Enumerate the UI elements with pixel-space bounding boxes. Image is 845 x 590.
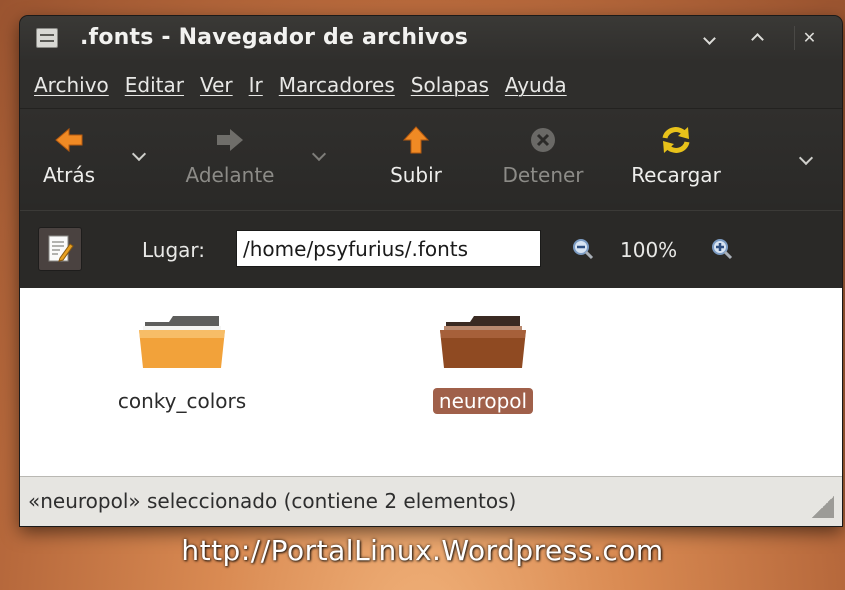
menu-archivo[interactable]: Archivo [32,71,111,99]
location-label: Lugar: [142,238,206,262]
folder-icon [440,316,526,368]
close-icon: ✕ [802,28,817,47]
menu-editar[interactable]: Editar [123,71,186,99]
toolbar-overflow-icon[interactable] [800,153,812,165]
zoom-out-icon [573,239,594,260]
menu-ir[interactable]: Ir [247,71,265,99]
window-title: .fonts - Navegador de archivos [80,25,469,50]
reload-label: Recargar [631,163,721,187]
status-text: «neuropol» seleccionado (contiene 2 elem… [28,489,517,513]
zoom-out-button[interactable] [571,237,595,265]
file-name: conky_colors [117,389,247,413]
zoom-in-icon [712,239,733,260]
arrow-right-icon [217,129,243,151]
file-manager-window: .fonts - Navegador de archivos ✕ Archivo… [20,16,842,526]
chevron-up-icon [750,33,764,46]
up-button[interactable]: Subir [374,123,458,187]
resize-grip-icon[interactable] [812,496,834,518]
title-bar[interactable]: .fonts - Navegador de archivos ✕ [20,16,842,62]
back-label: Atrás [42,163,96,187]
forward-history-dropdown[interactable] [313,149,325,161]
file-item-selected[interactable]: neuropol [413,312,553,414]
location-input[interactable] [236,230,541,267]
watermark: http://PortalLinux.Wordpress.com [181,534,664,567]
menu-marcadores[interactable]: Marcadores [277,71,397,99]
menu-ver[interactable]: Ver [198,71,235,99]
back-button[interactable]: Atrás [34,123,104,187]
chevron-down-icon [702,32,716,45]
status-bar: «neuropol» seleccionado (contiene 2 elem… [20,476,842,526]
stop-button[interactable]: Detener [488,123,598,187]
reload-icon [662,127,690,153]
file-view[interactable]: conky_colors neuropol [20,288,842,476]
arrow-left-icon [55,127,83,153]
zoom-level: 100% [620,238,678,262]
back-history-dropdown[interactable] [133,149,145,161]
stop-icon [531,128,555,152]
menu-ayuda[interactable]: Ayuda [503,71,569,99]
menu-bar: Archivo Editar Ver Ir Marcadores Solapas… [20,62,842,108]
location-bar: Lugar: 100% [20,210,842,288]
zoom-in-button[interactable] [710,237,734,265]
folder-icon [139,316,225,368]
toolbar: Atrás Adelante Subir Detener Recargar [20,108,842,210]
file-name: neuropol [432,388,534,414]
minimize-button[interactable] [694,26,724,50]
up-label: Subir [390,163,442,187]
stop-label: Detener [502,163,584,187]
menu-solapas[interactable]: Solapas [409,71,491,99]
close-button[interactable]: ✕ [794,26,824,50]
window-menu-icon[interactable] [36,28,58,48]
text-editor-icon [48,235,74,262]
arrow-up-icon [402,126,430,154]
forward-button[interactable]: Adelante [170,123,290,187]
forward-label: Adelante [185,163,275,187]
reload-button[interactable]: Recargar [616,123,736,187]
maximize-button[interactable] [742,26,772,50]
location-edit-toggle[interactable] [38,227,82,271]
file-item[interactable]: conky_colors [92,312,272,414]
